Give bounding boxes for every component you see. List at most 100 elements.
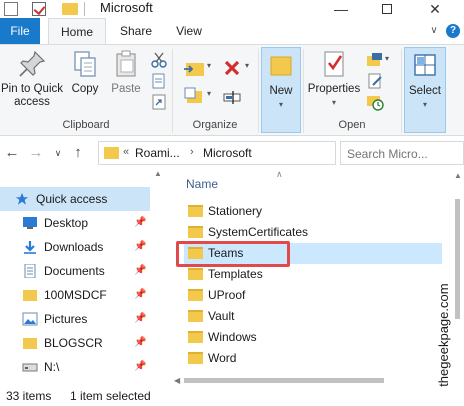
file-row-word[interactable]: Word	[184, 348, 442, 369]
copy-to-dropdown-chevron-icon[interactable]: ▾	[207, 89, 211, 98]
sort-chevron-icon[interactable]: ∧	[276, 169, 283, 180]
move-to-icon[interactable]	[182, 57, 206, 79]
tab-share[interactable]: Share	[112, 18, 160, 44]
properties-label: Properties	[307, 83, 361, 95]
search-input[interactable]	[347, 145, 463, 163]
breadcrumb-chevron-icon[interactable]: ›	[190, 146, 194, 158]
history-icon[interactable]	[366, 93, 384, 111]
open-icon[interactable]	[366, 51, 384, 69]
file-row-uproof[interactable]: UProof	[184, 285, 442, 306]
edit-icon[interactable]	[366, 72, 384, 90]
file-row-stationery[interactable]: Stationery	[184, 201, 442, 222]
quick-access-toolbar	[0, 0, 85, 18]
select-dropdown-chevron-icon: ▾	[422, 100, 427, 109]
clipboard-group-label: Clipboard	[62, 119, 110, 131]
select-icon	[414, 54, 436, 76]
folder-icon	[104, 147, 119, 159]
new-folder-button[interactable]: New ▾	[261, 51, 301, 111]
pin-icon[interactable]: 📌	[134, 355, 146, 379]
copy-icon	[74, 51, 96, 77]
breadcrumb-microsoft[interactable]: Microsoft	[203, 146, 252, 160]
nav-item-n-drive[interactable]: N:\ 📌	[0, 355, 150, 379]
desktop-icon	[23, 217, 37, 229]
paste-button[interactable]: Paste	[106, 49, 146, 96]
delete-dropdown-chevron-icon[interactable]: ▾	[245, 61, 249, 70]
file-row-vault[interactable]: Vault	[184, 306, 442, 327]
download-icon	[24, 241, 36, 254]
nav-item-pictures[interactable]: Pictures 📌	[0, 307, 150, 331]
nav-item-blogscr[interactable]: BLOGSCR 📌	[0, 331, 150, 355]
file-name: Templates	[208, 267, 263, 281]
open-dropdown-chevron-icon[interactable]: ▾	[385, 54, 389, 63]
file-name: SystemCertificates	[208, 225, 309, 239]
breadcrumb-roaming[interactable]: Roami...	[135, 146, 180, 160]
nav-scroll-up-arrow-icon[interactable]: ▲	[152, 169, 164, 181]
watermark: @thegeekpage.com	[436, 283, 451, 400]
pin-icon[interactable]: 📌	[134, 331, 146, 355]
window-icon[interactable]	[4, 2, 18, 16]
nav-item-label: N:\	[44, 360, 60, 374]
copy-to-icon[interactable]	[182, 85, 206, 107]
pin-icon[interactable]: 📌	[134, 283, 146, 307]
horizontal-scrollbar[interactable]: ◀	[174, 374, 452, 386]
folder-icon	[188, 331, 203, 343]
file-row-templates[interactable]: Templates	[184, 264, 442, 285]
drive-icon	[22, 363, 38, 372]
nav-item-label: 100MSDCF	[44, 288, 107, 302]
nav-item-label: Documents	[44, 264, 105, 278]
address-bar[interactable]: « Roami... › Microsoft	[98, 141, 336, 165]
properties-button[interactable]: Properties ▾	[305, 49, 363, 109]
file-name: Stationery	[208, 204, 263, 218]
column-header-name[interactable]: Name	[186, 177, 218, 191]
copy-path-icon[interactable]	[150, 72, 168, 90]
tab-home[interactable]: Home	[48, 18, 106, 44]
nav-item-desktop[interactable]: Desktop 📌	[0, 211, 150, 235]
ribbon-collapse-chevron-icon[interactable]: ∨	[424, 18, 444, 44]
pin-icon[interactable]: 📌	[134, 307, 146, 331]
horizontal-scroll-thumb[interactable]	[184, 378, 384, 383]
back-arrow-icon[interactable]: ←	[2, 143, 22, 163]
new-label: New	[269, 85, 293, 97]
paste-label: Paste	[111, 83, 141, 95]
scroll-left-arrow-icon[interactable]: ◀	[174, 376, 180, 385]
file-row-systemcertificates[interactable]: SystemCertificates	[184, 222, 442, 243]
delete-icon[interactable]	[221, 57, 243, 79]
nav-item-documents[interactable]: Documents 📌	[0, 259, 150, 283]
minimize-button[interactable]: —	[318, 0, 364, 18]
nav-item-downloads[interactable]: Downloads 📌	[0, 235, 150, 259]
pin-label-line2: access	[14, 96, 50, 108]
open-group-label: Open	[338, 119, 366, 131]
nav-item-100msdcf[interactable]: 100MSDCF 📌	[0, 283, 150, 307]
title-bar: Microsoft — ✕	[0, 0, 464, 18]
rename-icon[interactable]	[221, 85, 243, 107]
cut-icon[interactable]	[150, 51, 168, 69]
nav-item-quick-access[interactable]: Quick access	[0, 187, 150, 211]
up-arrow-icon[interactable]: ↑	[68, 143, 88, 163]
paste-shortcut-icon[interactable]	[150, 93, 168, 111]
forward-arrow-icon[interactable]: →	[26, 143, 46, 163]
select-group-button[interactable]: Select ▾	[404, 51, 446, 111]
pin-icon[interactable]: 📌	[134, 235, 146, 259]
properties-qat-icon[interactable]	[32, 2, 46, 16]
copy-button[interactable]: Copy	[66, 49, 104, 96]
maximize-button[interactable]	[364, 0, 410, 18]
address-overflow[interactable]: «	[123, 146, 129, 158]
nav-item-label: Quick access	[36, 192, 108, 206]
tab-file[interactable]: File	[0, 18, 40, 44]
scroll-up-arrow-icon[interactable]: ▲	[454, 171, 462, 180]
tab-view[interactable]: View	[166, 18, 212, 44]
file-row-windows[interactable]: Windows	[184, 327, 442, 348]
search-box[interactable]	[340, 141, 464, 165]
pin-icon[interactable]: 📌	[134, 259, 146, 283]
file-list: ∧ Name Stationery SystemCertificates Tea…	[166, 169, 464, 387]
new-dropdown-chevron-icon: ▾	[278, 100, 283, 109]
close-button[interactable]: ✕	[412, 0, 458, 18]
move-to-dropdown-chevron-icon[interactable]: ▾	[207, 61, 211, 70]
pin-to-quick-access-button[interactable]: Pin to Quick access	[0, 49, 64, 109]
new-folder-qat-icon[interactable]	[62, 3, 78, 15]
ribbon: Pin to Quick access Copy Paste Clipboard	[0, 44, 464, 136]
recent-locations-chevron-icon[interactable]: ∨	[48, 143, 68, 163]
pictures-icon	[22, 312, 38, 326]
help-icon[interactable]: ?	[446, 24, 460, 38]
pin-icon[interactable]: 📌	[134, 211, 146, 235]
